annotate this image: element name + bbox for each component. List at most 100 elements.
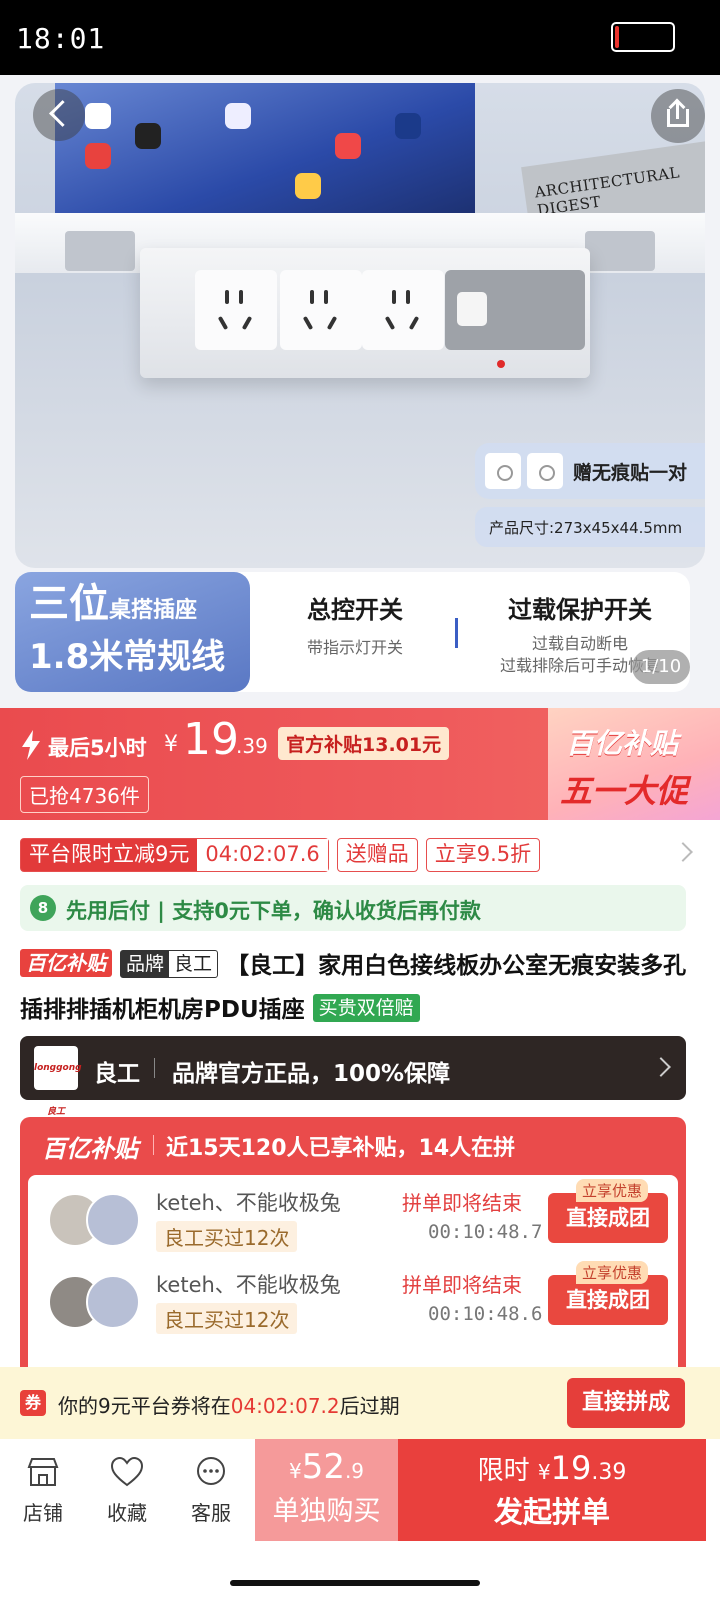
adhesive-pad-icon xyxy=(485,453,521,489)
store-icon xyxy=(27,1458,59,1486)
mount-bracket-right xyxy=(585,231,655,271)
avatar xyxy=(86,1193,140,1247)
magazine-title: ARCHITECTURAL DIGEST xyxy=(533,163,681,220)
status-bar: 18:01 xyxy=(0,0,720,75)
adhesive-pad-icon xyxy=(527,453,563,489)
instant-offer-badge: 立享优惠 xyxy=(576,1261,649,1284)
group-row: keteh、不能收极兔 良工买过12次 拼单即将结束 00:10:48.6 直接… xyxy=(28,1261,678,1341)
feature-subtitle: 带指示灯开关 xyxy=(306,638,403,657)
coupon-expiry-bar: 券 你的9元平台券将在04:02:07.2后过期 直接拼成 xyxy=(0,1367,720,1439)
promo-event: 五一大促 xyxy=(560,772,689,810)
direct-group-button[interactable]: 直接拼成 xyxy=(567,1378,685,1428)
coupon-countdown: 04:02:07.2 xyxy=(230,1394,340,1418)
feature-band: 三位桌搭插座 1.8米常规线 总控开关 带指示灯开关 过载保护开关 过载自动断电… xyxy=(15,572,690,692)
service-button[interactable]: 客服 xyxy=(176,1457,246,1526)
gift-text: 赠无痕贴一对 xyxy=(573,461,688,484)
group-members: keteh、不能收极兔 xyxy=(156,1191,341,1215)
avatar-group xyxy=(48,1193,148,1247)
tablet-illustration xyxy=(55,83,475,223)
brand-store-bar[interactable]: longgong良工 良工 品牌官方正品，100%保障 xyxy=(20,1036,686,1117)
brand-name: 良工 xyxy=(94,1061,140,1087)
guarantee-badge: 买贵双倍赔 xyxy=(312,994,420,1022)
subsidy-badge: 官方补贴13.01元 xyxy=(278,727,450,760)
currency-symbol: ¥ xyxy=(537,1460,551,1484)
time-limit-label: 最后5小时 xyxy=(48,736,147,760)
share-button[interactable] xyxy=(651,89,705,143)
subsidy-logo: 百亿补贴 xyxy=(42,1135,138,1163)
image-counter: 1/10 xyxy=(632,650,690,684)
platform-cut-tag[interactable]: 平台限时立减9元 04:02:07.6 xyxy=(20,838,329,872)
store-button[interactable]: 店铺 xyxy=(8,1457,78,1526)
feature-main-big: 三位 xyxy=(29,581,109,627)
group-timer: 00:10:48.7 xyxy=(428,1221,543,1243)
purchase-count: 良工买过12次 xyxy=(156,1221,298,1252)
brand-desc: 品牌官方正品，100%保障 xyxy=(172,1061,451,1087)
home-indicator[interactable] xyxy=(230,1580,480,1586)
group-price-dec: .39 xyxy=(591,1460,627,1485)
group-row: keteh、不能收极兔 良工买过12次 拼单即将结束 00:10:48.7 直接… xyxy=(28,1179,678,1259)
coupon-icon: 券 xyxy=(20,1390,46,1416)
product-title: 百亿补贴 品牌 良工 【良工】家用白色接线板办公室无痕安装多孔插排排插机柜机房PD… xyxy=(20,944,696,1032)
buy-alone-button[interactable]: ¥52.9 单独购买 xyxy=(255,1439,398,1541)
product-image-carousel[interactable]: ARCHITECTURAL DIGEST 赠无痕贴一对 产品尺寸:273x45x… xyxy=(0,75,720,715)
promo-card: 百亿补贴 五一大促 xyxy=(548,708,720,820)
ending-label: 拼单即将结束 xyxy=(402,1191,522,1215)
divider xyxy=(455,618,458,648)
pay-later-icon: 8 xyxy=(30,895,56,921)
battery-icon xyxy=(611,22,675,52)
store-label: 店铺 xyxy=(23,1501,63,1525)
brand-key: 品牌 xyxy=(121,951,170,977)
favorite-button[interactable]: 收藏 xyxy=(92,1456,162,1526)
product-photo: ARCHITECTURAL DIGEST 赠无痕贴一对 产品尺寸:273x45x… xyxy=(15,83,705,568)
group-price: 限时 ¥19.39 xyxy=(398,1449,706,1487)
group-buy-section: 百亿补贴 近15天120人已享补贴，14人在拼 keteh、不能收极兔 良工买过… xyxy=(20,1117,686,1377)
bottom-action-bar: 店铺 收藏 客服 ¥52.9 单独购买 限时 ¥19.39 发起拼单 xyxy=(0,1439,720,1600)
alone-price-int: 52 xyxy=(301,1447,345,1487)
divider xyxy=(154,1058,155,1078)
platform-cut-label: 平台限时立减9元 xyxy=(29,842,190,866)
avatar-group xyxy=(48,1275,148,1329)
power-strip-illustration xyxy=(140,248,590,378)
heart-icon xyxy=(110,1456,144,1487)
currency-symbol: ¥ xyxy=(164,732,178,757)
group-price-int: 19 xyxy=(550,1449,592,1487)
feature-master-switch: 总控开关 带指示灯开关 xyxy=(285,590,425,659)
brand-tag: 品牌 良工 xyxy=(120,950,219,978)
currency-symbol: ¥ xyxy=(288,1459,302,1483)
back-button[interactable] xyxy=(33,89,85,141)
feature-main: 三位桌搭插座 1.8米常规线 xyxy=(15,572,250,692)
start-group-button[interactable]: 限时 ¥19.39 发起拼单 xyxy=(398,1439,706,1541)
sold-count: 已抢4736件 xyxy=(20,776,149,813)
coupon-text: 你的9元平台券将在04:02:07.2后过期 xyxy=(58,1390,400,1419)
service-label: 客服 xyxy=(191,1501,231,1525)
ending-label: 拼单即将结束 xyxy=(402,1273,522,1297)
subsidy-logo-badge: 百亿补贴 xyxy=(20,949,112,977)
instant-offer-badge: 立享优惠 xyxy=(576,1179,649,1202)
alone-price-dec: .9 xyxy=(344,1459,365,1483)
chat-icon xyxy=(197,1457,225,1485)
group-list: keteh、不能收极兔 良工买过12次 拼单即将结束 00:10:48.7 直接… xyxy=(28,1175,678,1377)
price-integer: 19 xyxy=(183,714,239,765)
promo-logo: 百亿补贴 xyxy=(566,727,679,760)
purchase-count: 良工买过12次 xyxy=(156,1303,298,1334)
clock: 18:01 xyxy=(16,22,106,55)
price-banner: 最后5小时 ¥ 19 .39 官方补贴13.01元 已抢4736件 百亿补贴 五… xyxy=(0,708,720,820)
discount-tag[interactable]: 立享9.5折 xyxy=(425,838,541,872)
chevron-right-icon[interactable] xyxy=(673,842,693,862)
group-header: 近15天120人已享补贴，14人在拼 xyxy=(166,1136,516,1161)
price-decimal: .39 xyxy=(236,734,268,758)
divider xyxy=(153,1135,154,1155)
size-badge: 产品尺寸:273x45x44.5mm xyxy=(475,507,705,547)
alone-price: ¥52.9 xyxy=(255,1447,398,1487)
feature-main-line2: 1.8米常规线 xyxy=(29,637,226,677)
promo-tags[interactable]: 平台限时立减9元 04:02:07.6 送赠品 立享9.5折 xyxy=(20,838,541,872)
pay-later-banner[interactable]: 8 先用后付 | 支持0元下单，确认收货后再付款 xyxy=(20,885,686,931)
lightning-icon xyxy=(22,730,40,760)
favorite-label: 收藏 xyxy=(107,1501,147,1525)
coupon-suffix: 后过期 xyxy=(339,1394,400,1418)
gift-tag[interactable]: 送赠品 xyxy=(336,838,418,872)
brand-logo: longgong良工 xyxy=(34,1046,82,1117)
limited-time-label: 限时 xyxy=(477,1456,530,1486)
group-timer: 00:10:48.6 xyxy=(428,1303,543,1325)
gift-badge: 赠无痕贴一对 xyxy=(475,443,705,499)
